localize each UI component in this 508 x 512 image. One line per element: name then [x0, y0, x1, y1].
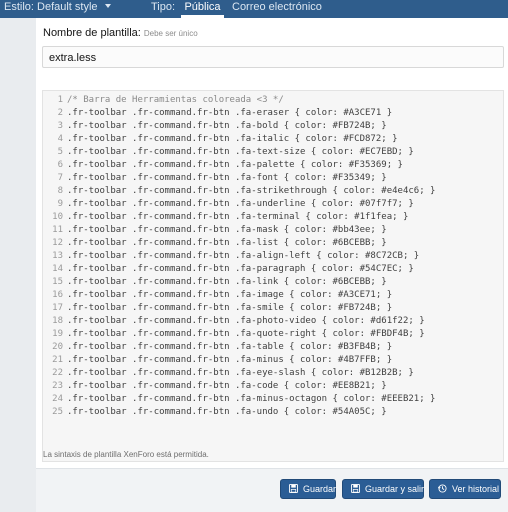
- save-button-label: Guardar: [303, 484, 337, 494]
- code-line: 19 .fr-toolbar .fr-command.fr-btn .fa-quo…: [43, 328, 425, 341]
- code-text: .fr-toolbar .fr-command.fr-btn .fa-strik…: [67, 186, 436, 196]
- code-text: .fr-toolbar .fr-command.fr-btn .fa-bold …: [67, 121, 387, 131]
- line-number: 15: [52, 277, 63, 287]
- code-text: .fr-toolbar .fr-command.fr-btn .fa-list …: [67, 238, 387, 248]
- code-text: .fr-toolbar .fr-command.fr-btn .fa-smile…: [67, 303, 393, 313]
- code-line: 16 .fr-toolbar .fr-command.fr-btn .fa-ima…: [43, 289, 392, 302]
- template-editor-panel: Nombre de plantilla: Debe ser único extra…: [36, 18, 508, 512]
- code-text: .fr-toolbar .fr-command.fr-btn .fa-table…: [67, 342, 393, 352]
- code-line: 21 .fr-toolbar .fr-command.fr-btn .fa-min…: [43, 354, 392, 367]
- code-line: 4 .fr-toolbar .fr-command.fr-btn .fa-ital…: [43, 133, 398, 146]
- code-text: .fr-toolbar .fr-command.fr-btn .fa-minus…: [67, 355, 393, 365]
- code-text: .fr-toolbar .fr-command.fr-btn .fa-font …: [67, 173, 387, 183]
- form-footer: Guardar Guardar y salir Ver historial: [36, 468, 508, 512]
- code-text: .fr-toolbar .fr-command.fr-btn .fa-photo…: [67, 316, 425, 326]
- template-name-input[interactable]: extra.less: [42, 46, 504, 68]
- code-line: 10 .fr-toolbar .fr-command.fr-btn .fa-ter…: [43, 211, 408, 224]
- view-history-button-label: Ver historial: [452, 484, 500, 494]
- code-text: .fr-toolbar .fr-command.fr-btn .fa-palet…: [67, 160, 403, 170]
- line-number: 2: [57, 108, 63, 118]
- code-text: .fr-toolbar .fr-command.fr-btn .fa-eye-s…: [67, 368, 414, 378]
- code-text: .fr-toolbar .fr-command.fr-btn .fa-quote…: [67, 329, 425, 339]
- code-text: .fr-toolbar .fr-command.fr-btn .fa-minus…: [67, 394, 436, 404]
- line-number: 13: [52, 251, 63, 261]
- line-number: 23: [52, 381, 63, 391]
- save-and-exit-button[interactable]: Guardar y salir: [342, 479, 424, 499]
- code-line: 7 .fr-toolbar .fr-command.fr-btn .fa-font…: [43, 172, 387, 185]
- code-text: .fr-toolbar .fr-command.fr-btn .fa-code …: [67, 381, 387, 391]
- line-number: 14: [52, 264, 63, 274]
- code-line: 11 .fr-toolbar .fr-command.fr-btn .fa-mas…: [43, 224, 387, 237]
- code-text: .fr-toolbar .fr-command.fr-btn .fa-undo …: [67, 407, 387, 417]
- code-line: 20 .fr-toolbar .fr-command.fr-btn .fa-tab…: [43, 341, 392, 354]
- top-bar: Estilo: Default style Tipo: Pública Corr…: [0, 0, 508, 18]
- code-line: 22 .fr-toolbar .fr-command.fr-btn .fa-eye…: [43, 367, 414, 380]
- line-number: 18: [52, 316, 63, 326]
- line-number: 4: [57, 134, 63, 144]
- save-icon: [289, 484, 298, 493]
- line-number: 6: [57, 160, 63, 170]
- code-line: 13 .fr-toolbar .fr-command.fr-btn .fa-ali…: [43, 250, 419, 263]
- code-line: 1 /* Barra de Herramientas coloreada <3 *…: [43, 94, 284, 107]
- code-line: 12 .fr-toolbar .fr-command.fr-btn .fa-lis…: [43, 237, 387, 250]
- line-number: 19: [52, 329, 63, 339]
- code-text: .fr-toolbar .fr-command.fr-btn .fa-erase…: [67, 108, 393, 118]
- code-text: .fr-toolbar .fr-command.fr-btn .fa-termi…: [67, 212, 409, 222]
- code-text: .fr-toolbar .fr-command.fr-btn .fa-link …: [67, 277, 387, 287]
- style-selector[interactable]: Estilo: Default style: [4, 0, 111, 18]
- code-line: 9 .fr-toolbar .fr-command.fr-btn .fa-unde…: [43, 198, 414, 211]
- view-history-button[interactable]: Ver historial: [429, 479, 501, 499]
- template-syntax-hint: La sintaxis de plantilla XenForo está pe…: [43, 450, 209, 459]
- line-number: 25: [52, 407, 63, 417]
- style-selector-label: Estilo: Default style: [4, 1, 98, 13]
- history-icon: [438, 484, 447, 493]
- line-number: 1: [57, 95, 63, 105]
- line-number: 5: [57, 147, 63, 157]
- line-number: 17: [52, 303, 63, 313]
- code-text: .fr-toolbar .fr-command.fr-btn .fa-text-…: [67, 147, 414, 157]
- code-text: .fr-toolbar .fr-command.fr-btn .fa-image…: [67, 290, 393, 300]
- tab-public[interactable]: Pública: [181, 0, 224, 18]
- line-number: 9: [57, 199, 63, 209]
- code-line: 15 .fr-toolbar .fr-command.fr-btn .fa-lin…: [43, 276, 387, 289]
- line-number: 10: [52, 212, 63, 222]
- code-line: 14 .fr-toolbar .fr-command.fr-btn .fa-par…: [43, 263, 414, 276]
- caret-down-icon: [104, 4, 111, 8]
- code-line: 5 .fr-toolbar .fr-command.fr-btn .fa-text…: [43, 146, 414, 159]
- code-text: .fr-toolbar .fr-command.fr-btn .fa-mask …: [67, 225, 387, 235]
- code-line: 24 .fr-toolbar .fr-command.fr-btn .fa-min…: [43, 393, 435, 406]
- template-name-label-text: Nombre de plantilla:: [43, 27, 141, 39]
- line-number: 7: [57, 173, 63, 183]
- code-line: 17 .fr-toolbar .fr-command.fr-btn .fa-smi…: [43, 302, 392, 315]
- line-number: 11: [52, 225, 63, 235]
- code-line: 25 .fr-toolbar .fr-command.fr-btn .fa-und…: [43, 406, 387, 419]
- template-name-hint: Debe ser único: [143, 29, 198, 38]
- code-text: /* Barra de Herramientas coloreada <3 */: [67, 95, 284, 105]
- code-line: 8 .fr-toolbar .fr-command.fr-btn .fa-stri…: [43, 185, 436, 198]
- code-line: 2 .fr-toolbar .fr-command.fr-btn .fa-eras…: [43, 107, 393, 120]
- save-and-exit-button-label: Guardar y salir: [365, 484, 425, 494]
- code-editor[interactable]: 1 /* Barra de Herramientas coloreada <3 *…: [42, 90, 504, 462]
- code-text: .fr-toolbar .fr-command.fr-btn .fa-under…: [67, 199, 414, 209]
- tab-email[interactable]: Correo electrónico: [232, 0, 322, 18]
- code-line: 23 .fr-toolbar .fr-command.fr-btn .fa-cod…: [43, 380, 387, 393]
- save-icon: [351, 484, 360, 493]
- save-button[interactable]: Guardar: [280, 479, 336, 499]
- line-number: 12: [52, 238, 63, 248]
- line-number: 21: [52, 355, 63, 365]
- code-line: 6 .fr-toolbar .fr-command.fr-btn .fa-pale…: [43, 159, 403, 172]
- type-label: Tipo:: [151, 1, 176, 13]
- code-line: 3 .fr-toolbar .fr-command.fr-btn .fa-bold…: [43, 120, 387, 133]
- template-name-label: Nombre de plantilla: Debe ser único: [43, 27, 198, 39]
- code-text: .fr-toolbar .fr-command.fr-btn .fa-parag…: [67, 264, 414, 274]
- code-text: .fr-toolbar .fr-command.fr-btn .fa-itali…: [67, 134, 398, 144]
- line-number: 16: [52, 290, 63, 300]
- line-number: 24: [52, 394, 63, 404]
- line-number: 22: [52, 368, 63, 378]
- code-text: .fr-toolbar .fr-command.fr-btn .fa-align…: [67, 251, 420, 261]
- line-number: 3: [57, 121, 63, 131]
- code-line: 18 .fr-toolbar .fr-command.fr-btn .fa-pho…: [43, 315, 425, 328]
- line-number: 20: [52, 342, 63, 352]
- line-number: 8: [57, 186, 63, 196]
